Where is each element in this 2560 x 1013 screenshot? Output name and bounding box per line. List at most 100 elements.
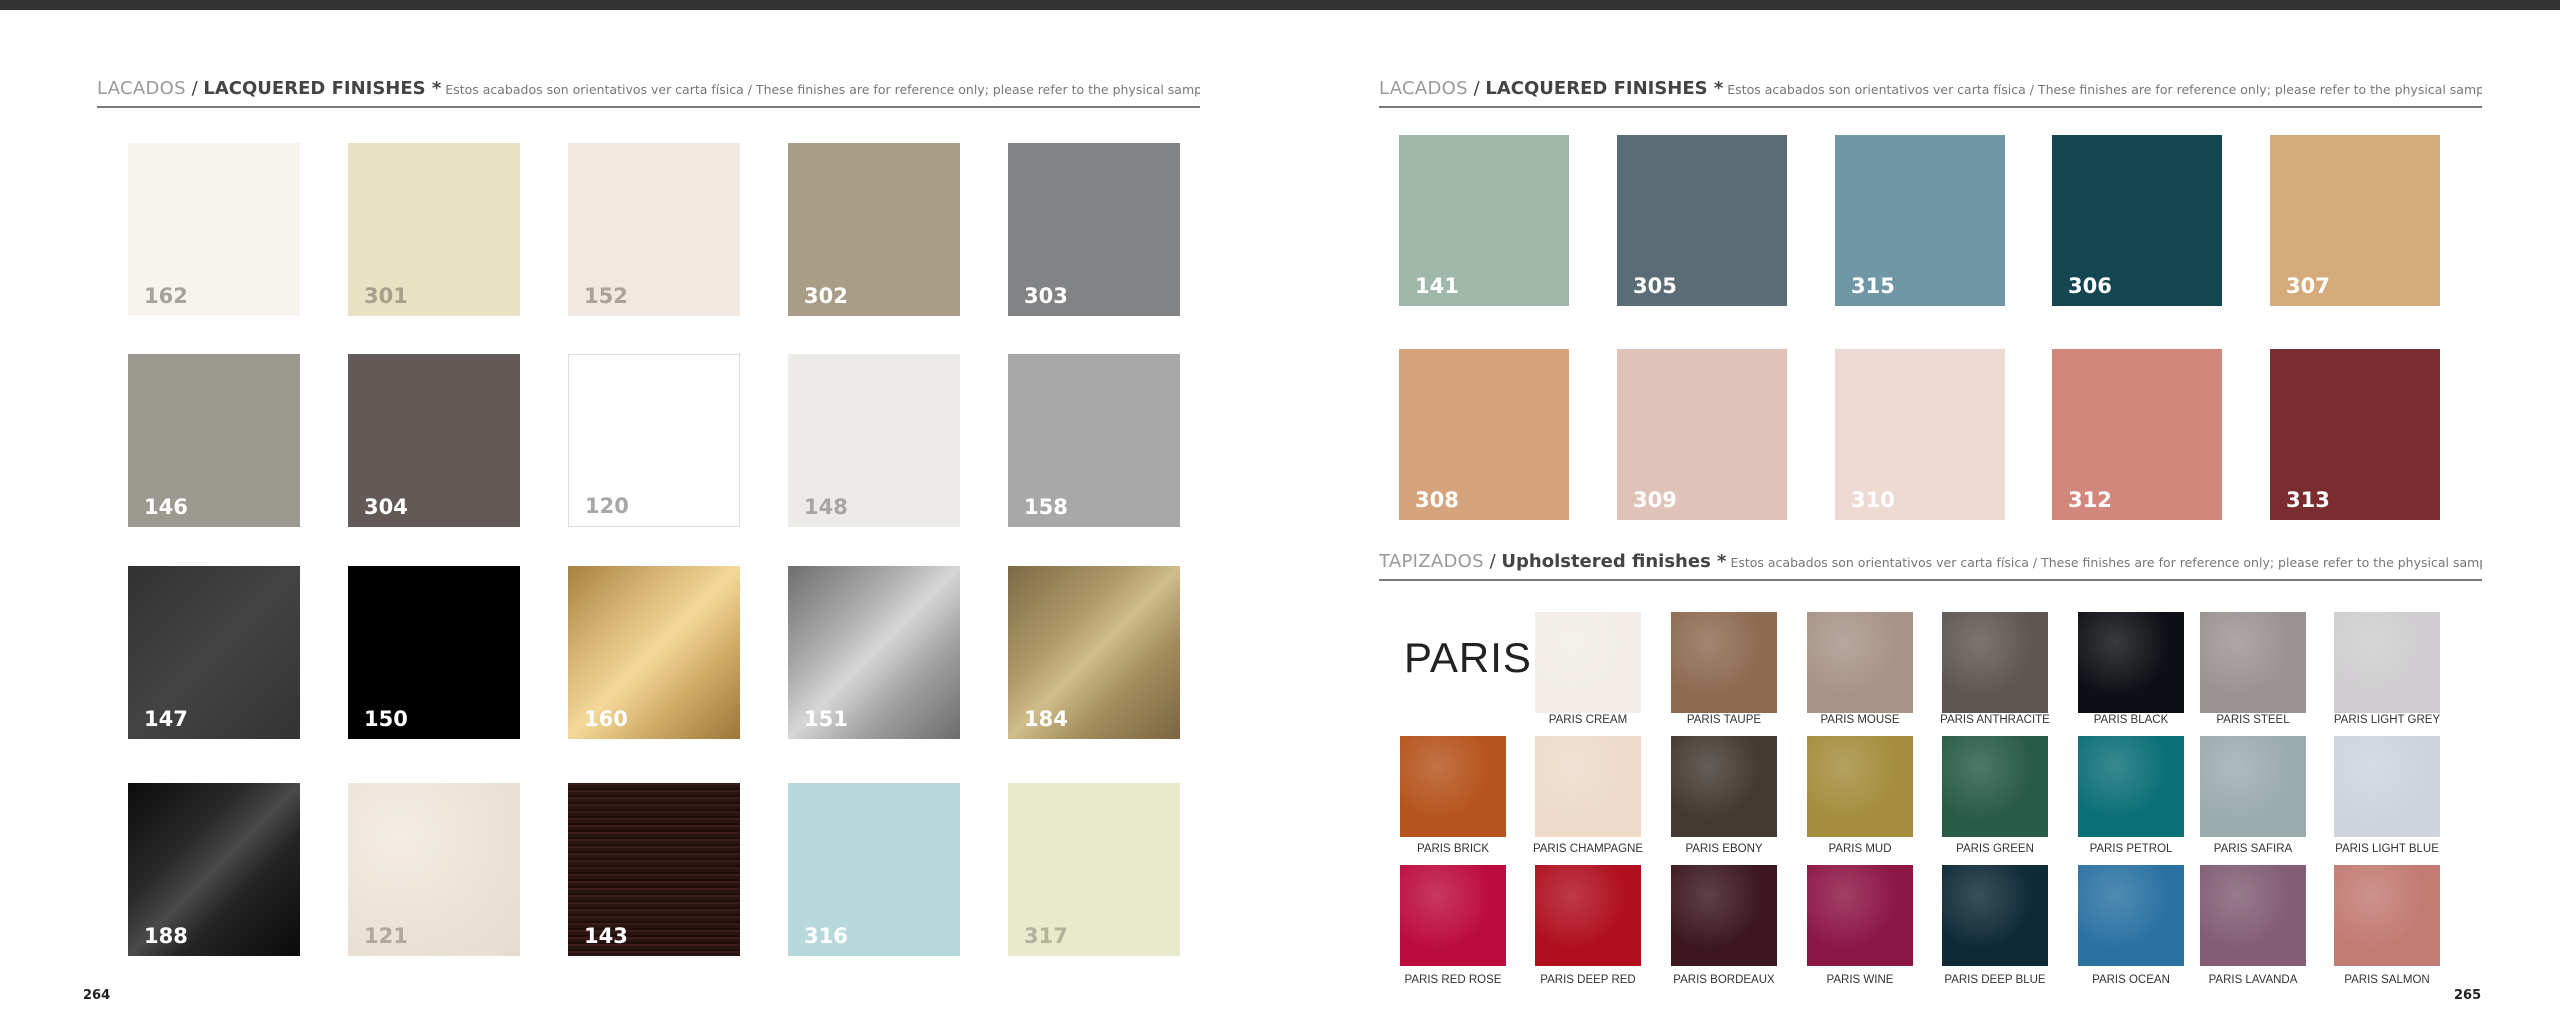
fabric-label: PARIS GREEN [1956,843,2034,855]
swatch-code: 304 [364,495,408,519]
fabric-label: PARIS STEEL [2216,714,2290,726]
swatch-code: 305 [1633,274,1677,298]
swatch-307: 307 [2270,135,2440,306]
heading-note: Estos acabados son orientativos ver cart… [1723,82,2482,97]
swatch-code: 148 [804,495,848,519]
swatch-305: 305 [1617,135,1787,306]
swatch-308: 308 [1399,349,1569,520]
fabric-swatch [1807,612,1913,713]
swatch-code: 120 [585,494,629,518]
fabric-swatch [1400,865,1506,966]
swatch-code: 313 [2286,488,2330,512]
swatch-code: 158 [1024,495,1068,519]
fabric-label: PARIS MOUSE [1820,714,1900,726]
swatch-code: 309 [1633,488,1677,512]
swatch-code: 316 [804,924,848,948]
fabric-label: PARIS SAFIRA [2213,843,2293,855]
fabric-label: PARIS CHAMPAGNE [1532,843,1644,855]
fabric-label: PARIS LAVANDA [2208,974,2298,986]
swatch-162: 162 [128,143,300,316]
swatch-code: 152 [584,284,628,308]
fabric-label: PARIS WINE [1826,974,1894,986]
fabric-swatch [1807,736,1913,837]
page-number-right: 265 [2454,988,2482,1003]
heading-es: LACADOS [1379,78,1468,99]
swatch-code: 188 [144,924,188,948]
swatch-306: 306 [2052,135,2222,306]
swatch-188: 188 [128,783,300,956]
swatch-141: 141 [1399,135,1569,306]
swatch-160: 160 [568,566,740,739]
fabric-swatch [1942,736,2048,837]
swatch-303: 303 [1008,143,1180,316]
fabric-swatch [2200,736,2306,837]
swatch-158: 158 [1008,354,1180,527]
swatch-code: 317 [1024,924,1068,948]
fabric-swatch [2078,612,2184,713]
swatch-301: 301 [348,143,520,316]
swatch-code: 162 [144,284,188,308]
swatch-120: 120 [568,354,740,527]
heading-upholstered: TAPIZADOS / Upholstered finishes * Estos… [1379,551,2482,581]
swatch-184: 184 [1008,566,1180,739]
heading-separator: / [1467,78,1486,99]
fabric-swatch [2200,865,2306,966]
fabric-swatch [1807,865,1913,966]
swatch-143: 143 [568,783,740,956]
swatch-302: 302 [788,143,960,316]
swatch-code: 184 [1024,707,1068,731]
heading-note: Estos acabados son orientativos ver cart… [441,82,1200,97]
fabric-label: PARIS CREAM [1548,714,1628,726]
heading-en: Upholstered finishes * [1501,551,1727,572]
swatch-code: 310 [1851,488,1895,512]
fabric-swatch [2078,736,2184,837]
swatch-148: 148 [788,354,960,527]
swatch-code: 302 [804,284,848,308]
fabric-label: PARIS BORDEAUX [1673,974,1775,986]
fabric-swatch [1942,865,2048,966]
swatch-code: 147 [144,707,188,731]
fabric-label: PARIS SALMON [2344,974,2430,986]
fabric-label: PARIS RED ROSE [1404,974,1502,986]
swatch-code: 307 [2286,274,2330,298]
swatch-121: 121 [348,783,520,956]
fabric-swatch [2334,865,2440,966]
swatch-150: 150 [348,566,520,739]
page-number-left: 264 [83,988,111,1003]
swatch-151: 151 [788,566,960,739]
swatch-317: 317 [1008,783,1180,956]
fabric-label: PARIS EBONY [1685,843,1763,855]
fabric-swatch [2078,865,2184,966]
swatch-316: 316 [788,783,960,956]
fabric-label: PARIS DEEP RED [1540,974,1636,986]
swatch-code: 303 [1024,284,1068,308]
heading-en: LACQUERED FINISHES * [203,78,442,99]
heading-note: Estos acabados son orientativos ver cart… [1726,555,2482,570]
swatch-code: 146 [144,495,188,519]
fabric-swatch [1671,612,1777,713]
swatch-code: 308 [1415,488,1459,512]
top-bar [0,0,2560,10]
swatch-315: 315 [1835,135,2005,306]
heading-lacquered-right: LACADOS / LACQUERED FINISHES * Estos aca… [1379,78,2482,108]
fabric-swatch [2200,612,2306,713]
swatch-147: 147 [128,566,300,739]
fabric-label: PARIS ANTHRACITE [1940,714,2050,726]
swatch-code: 315 [1851,274,1895,298]
fabric-label: PARIS LIGHT GREY [2333,714,2441,726]
swatch-309: 309 [1617,349,1787,520]
heading-lacquered-left: LACADOS / LACQUERED FINISHES * Estos aca… [97,78,1200,108]
swatch-code: 306 [2068,274,2112,298]
swatch-code: 312 [2068,488,2112,512]
swatch-code: 141 [1415,274,1459,298]
swatch-312: 312 [2052,349,2222,520]
heading-en: LACQUERED FINISHES * [1485,78,1724,99]
swatch-code: 150 [364,707,408,731]
fabric-label: PARIS DEEP BLUE [1944,974,2046,986]
fabric-swatch [1400,736,1506,837]
fabric-label: PARIS TAUPE [1686,714,1762,726]
fabric-swatch [1671,736,1777,837]
swatch-code: 151 [804,707,848,731]
swatch-152: 152 [568,143,740,316]
fabric-swatch [2334,612,2440,713]
